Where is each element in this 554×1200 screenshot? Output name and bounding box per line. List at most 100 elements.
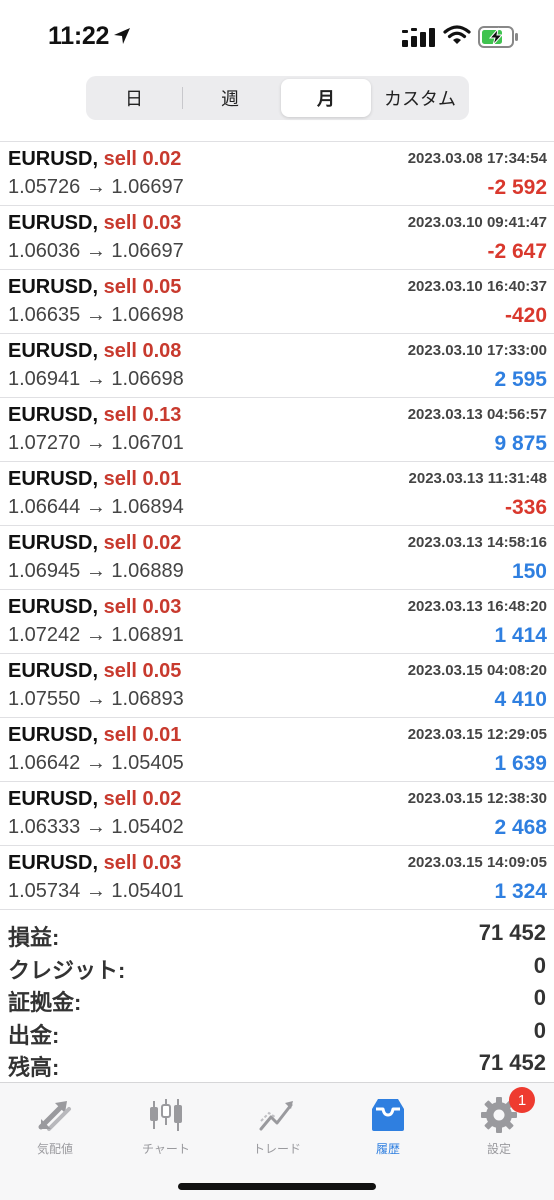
trade-profit: -2 647 bbox=[487, 240, 547, 263]
tab-settings[interactable]: 設定 bbox=[444, 1091, 554, 1161]
trade-symbol: EURUSD, sell 0.05 bbox=[8, 660, 181, 683]
symbol-name: EURUSD, bbox=[8, 212, 99, 234]
arrow-right-icon: → bbox=[85, 560, 106, 582]
trade-symbol: EURUSD, sell 0.02 bbox=[8, 148, 181, 171]
symbol-name: EURUSD, bbox=[8, 788, 99, 810]
trade-prices: 1.06644 → 1.06894 bbox=[8, 496, 184, 519]
trade-side-volume: sell 0.05 bbox=[103, 276, 182, 298]
tab-chart[interactable]: チャート bbox=[111, 1091, 221, 1161]
trade-close-time: 2023.03.13 11:31:48 bbox=[408, 470, 547, 487]
trade-prices: 1.05726 → 1.06697 bbox=[8, 176, 184, 199]
trade-prices: 1.06635 → 1.06698 bbox=[8, 304, 184, 327]
close-price: 1.06889 bbox=[111, 560, 184, 582]
tab-trade[interactable]: トレード bbox=[222, 1091, 332, 1161]
close-price: 1.05401 bbox=[111, 880, 184, 902]
close-price: 1.06697 bbox=[111, 240, 184, 262]
close-price: 1.06698 bbox=[111, 368, 184, 390]
tab-week[interactable]: 週 bbox=[185, 79, 275, 117]
trade-history-list[interactable]: EURUSD, sell 0.02 2023.03.08 17:34:54 1.05… bbox=[0, 126, 554, 912]
trade-symbol: EURUSD, sell 0.08 bbox=[8, 340, 181, 363]
trade-row[interactable]: EURUSD, sell 0.13 2023.03.13 04:56:57 1.07… bbox=[0, 398, 554, 462]
tab-settings-label: 設定 bbox=[486, 1142, 511, 1156]
trade-row[interactable]: EURUSD, sell 0.03 2023.03.10 09:41:47 1.06… bbox=[0, 206, 554, 270]
arrow-right-icon: → bbox=[85, 688, 106, 710]
trade-side-volume: sell 0.05 bbox=[103, 660, 182, 682]
arrow-right-icon: → bbox=[85, 496, 106, 518]
tab-day[interactable]: 日 bbox=[89, 79, 179, 117]
close-price: 1.06697 bbox=[111, 176, 184, 198]
trade-side-volume: sell 0.02 bbox=[103, 788, 182, 810]
trade-symbol: EURUSD, sell 0.13 bbox=[8, 404, 181, 427]
trade-row[interactable]: EURUSD, sell 0.01 2023.03.15 12:29:05 1.06… bbox=[0, 718, 554, 782]
trade-symbol: EURUSD, sell 0.03 bbox=[8, 596, 181, 619]
trade-side-volume: sell 0.03 bbox=[103, 852, 182, 874]
trade-close-time: 2023.03.13 14:58:16 bbox=[407, 534, 547, 551]
trade-symbol: EURUSD, sell 0.03 bbox=[8, 852, 181, 875]
trade-prices: 1.07550 → 1.06893 bbox=[8, 688, 184, 711]
close-price: 1.06701 bbox=[111, 432, 184, 454]
trade-side-volume: sell 0.01 bbox=[103, 724, 182, 746]
summary-label: 損益: bbox=[8, 925, 60, 950]
symbol-name: EURUSD, bbox=[8, 596, 99, 618]
trade-side-volume: sell 0.03 bbox=[103, 212, 182, 234]
summary-row: 証拠金: 0 bbox=[0, 983, 554, 1016]
trade-row[interactable]: EURUSD, sell 0.08 2023.03.10 17:33:00 1.06… bbox=[0, 334, 554, 398]
trade-row[interactable]: EURUSD, sell 0.02 2023.03.15 12:38:30 1.06… bbox=[0, 782, 554, 846]
trade-profit: 2 595 bbox=[494, 368, 547, 391]
summary-row: 残高: 71 452 bbox=[0, 1048, 554, 1081]
summary-value: 71 452 bbox=[478, 1050, 546, 1075]
trade-side-volume: sell 0.02 bbox=[103, 532, 182, 554]
trade-row[interactable]: EURUSD, sell 0.03 2023.03.15 14:09:05 1.05… bbox=[0, 846, 554, 910]
trade-side-volume: sell 0.08 bbox=[103, 340, 182, 362]
trade-symbol: EURUSD, sell 0.05 bbox=[8, 276, 181, 299]
trade-close-time: 2023.03.15 12:38:30 bbox=[407, 790, 547, 807]
trade-symbol: EURUSD, sell 0.02 bbox=[8, 532, 181, 555]
trade-row[interactable]: EURUSD, sell 0.05 2023.03.10 16:40:37 1.06… bbox=[0, 270, 554, 334]
open-price: 1.05726 bbox=[8, 176, 81, 198]
trade-row[interactable]: EURUSD, sell 0.01 2023.03.13 11:31:48 1.06… bbox=[0, 462, 554, 526]
arrow-right-icon: → bbox=[85, 432, 106, 454]
trade-row[interactable]: EURUSD, sell 0.05 2023.03.15 04:08:20 1.07… bbox=[0, 654, 554, 718]
trade-side-volume: sell 0.13 bbox=[103, 404, 182, 426]
symbol-name: EURUSD, bbox=[8, 340, 99, 362]
segment-divider bbox=[182, 87, 183, 109]
cellular-signal-icon bbox=[402, 28, 435, 47]
tab-month[interactable]: 月 bbox=[281, 79, 371, 117]
trade-profit: -420 bbox=[504, 304, 547, 327]
trade-close-time: 2023.03.13 16:48:20 bbox=[407, 598, 547, 615]
trade-prices: 1.06333 → 1.05402 bbox=[8, 816, 184, 839]
trade-row[interactable]: EURUSD, sell 0.02 2023.03.08 17:34:54 1.05… bbox=[0, 142, 554, 206]
trade-side-volume: sell 0.02 bbox=[103, 148, 182, 170]
history-inbox-icon bbox=[372, 1099, 404, 1131]
symbol-name: EURUSD, bbox=[8, 404, 99, 426]
trade-prices: 1.05734 → 1.05401 bbox=[8, 880, 184, 903]
home-indicator bbox=[178, 1183, 376, 1190]
trade-close-time: 2023.03.10 17:33:00 bbox=[407, 342, 547, 359]
trade-close-time: 2023.03.15 04:08:20 bbox=[407, 662, 547, 679]
close-price: 1.05405 bbox=[111, 752, 184, 774]
trade-prices: 1.07242 → 1.06891 bbox=[8, 624, 184, 647]
open-price: 1.07550 bbox=[8, 688, 81, 710]
tab-custom[interactable]: カスタム bbox=[373, 79, 467, 117]
tab-history[interactable]: 履歴 bbox=[333, 1091, 443, 1161]
summary-row: 出金: 0 bbox=[0, 1016, 554, 1049]
symbol-name: EURUSD, bbox=[8, 276, 99, 298]
arrow-right-icon: → bbox=[85, 816, 106, 838]
open-price: 1.06642 bbox=[8, 752, 81, 774]
trade-row[interactable]: EURUSD, sell 0.03 2023.03.13 16:48:20 1.07… bbox=[0, 590, 554, 654]
arrow-right-icon: → bbox=[85, 368, 106, 390]
summary-label: クレジット: bbox=[8, 957, 126, 983]
trade-prices: 1.06036 → 1.06697 bbox=[8, 240, 184, 263]
symbol-name: EURUSD, bbox=[8, 148, 99, 170]
status-bar: 11:22 bbox=[0, 0, 554, 72]
open-price: 1.06036 bbox=[8, 240, 81, 262]
trade-close-time: 2023.03.10 16:40:37 bbox=[407, 278, 547, 295]
trade-profit: 150 bbox=[511, 560, 547, 583]
tab-quotes[interactable]: 気配値 bbox=[0, 1091, 110, 1161]
arrow-right-icon: → bbox=[85, 880, 106, 902]
summary-label: 証拠金: bbox=[8, 990, 82, 1015]
trade-row[interactable]: EURUSD, sell 0.02 2023.03.13 14:58:16 1.06… bbox=[0, 526, 554, 590]
trade-profit: -2 592 bbox=[487, 176, 547, 199]
open-price: 1.06635 bbox=[8, 304, 81, 326]
location-arrow-icon bbox=[114, 28, 130, 44]
